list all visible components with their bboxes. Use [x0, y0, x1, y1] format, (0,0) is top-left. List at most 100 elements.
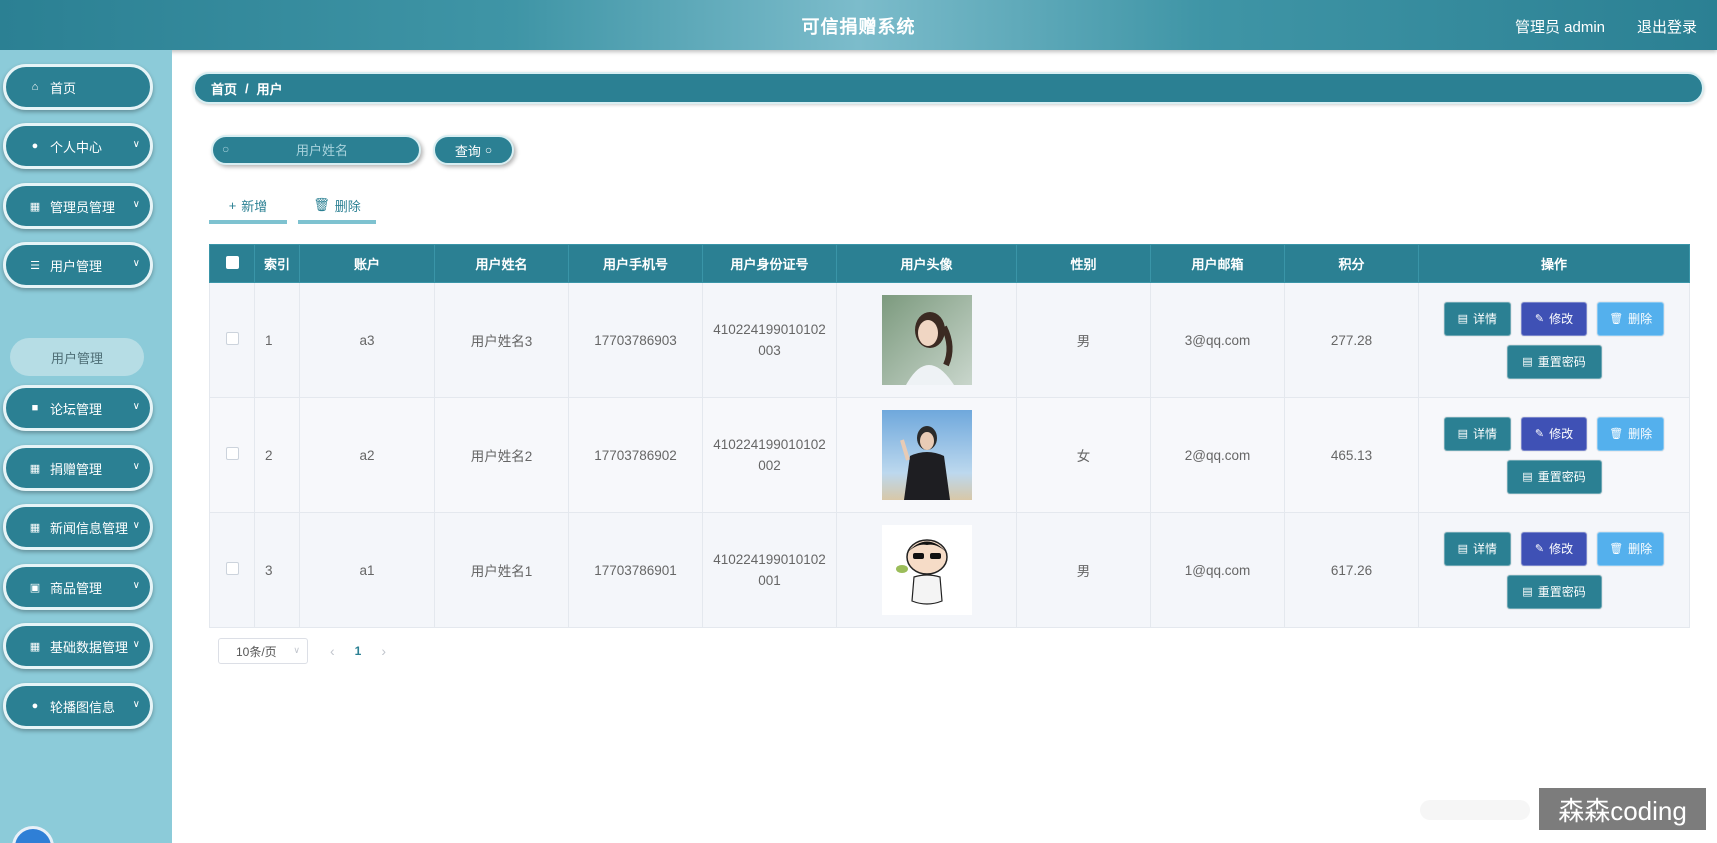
- chevron-down-icon: ∨: [132, 199, 140, 210]
- chevron-down-icon: ∨: [132, 258, 140, 269]
- user-avatar-image: [881, 410, 972, 500]
- points-cell: 465.13: [1284, 397, 1419, 513]
- page-number[interactable]: 1: [355, 644, 362, 658]
- sidebar-item-home[interactable]: ⌂ 首页: [3, 64, 153, 110]
- delete-button[interactable]: 🗑 删除: [1597, 531, 1665, 566]
- page-size-select[interactable]: 10条/页 ∨: [218, 638, 308, 664]
- query-button-label: 查询: [454, 143, 481, 159]
- chevron-down-icon: ∨: [132, 520, 140, 531]
- pagination: 10条/页 ∨ ‹ 1 ›: [218, 638, 386, 664]
- batch-delete-button[interactable]: 🗑 删除: [298, 190, 376, 224]
- sidebar-item-label: 捐赠管理: [50, 461, 103, 477]
- edit-button[interactable]: ✎ 修改: [1520, 301, 1588, 336]
- email-cell: 1@qq.com: [1150, 512, 1285, 628]
- batch-delete-label: 删除: [334, 198, 361, 214]
- select-all-checkbox[interactable]: [225, 255, 239, 269]
- chevron-left-icon[interactable]: ‹: [330, 643, 335, 659]
- user-icon: ●: [31, 700, 39, 712]
- detail-label: 详情: [1473, 427, 1498, 441]
- document-icon: ▤: [1457, 428, 1469, 440]
- reset-password-button[interactable]: ▤ 重置密码: [1506, 574, 1602, 609]
- add-button[interactable]: + 新增: [209, 190, 287, 224]
- query-button[interactable]: 查询 ○: [433, 135, 514, 165]
- detail-label: 详情: [1473, 312, 1498, 326]
- delete-button[interactable]: 🗑 删除: [1597, 416, 1665, 451]
- user-avatar-image: [881, 525, 972, 615]
- row-checkbox[interactable]: [225, 332, 239, 345]
- sidebar-item-label: 基础数据管理: [50, 639, 129, 655]
- column-header: 积分: [1284, 244, 1419, 283]
- document-icon: ▤: [1457, 313, 1469, 325]
- edit-label: 修改: [1549, 427, 1574, 441]
- trash-icon: 🗑: [1609, 543, 1624, 555]
- actions-cell: ▤ 详情 ✎ 修改 🗑 删除 ▤ 重置密码: [1418, 512, 1690, 628]
- email-cell: 3@qq.com: [1150, 282, 1285, 398]
- grid-icon: ▦: [29, 640, 41, 653]
- edit-button[interactable]: ✎ 修改: [1520, 416, 1588, 451]
- reset-password-label: 重置密码: [1537, 585, 1586, 599]
- delete-button[interactable]: 🗑 删除: [1597, 301, 1665, 336]
- sidebar-item-forum-management[interactable]: ■ 论坛管理 ∨: [3, 385, 153, 431]
- account-cell: a3: [299, 282, 435, 398]
- select-all-cell: [209, 244, 255, 283]
- sidebar-item-admin-management[interactable]: ▦ 管理员管理 ∨: [3, 183, 153, 229]
- reset-password-button[interactable]: ▤ 重置密码: [1506, 459, 1602, 494]
- detail-button[interactable]: ▤ 详情: [1444, 531, 1511, 566]
- row-index: 1: [254, 282, 300, 398]
- sidebar-item-carousel-info[interactable]: ● 轮播图信息 ∨: [3, 683, 153, 729]
- sidebar-item-label: 管理员管理: [50, 199, 116, 215]
- edit-button[interactable]: ✎ 修改: [1520, 531, 1588, 566]
- chevron-right-icon[interactable]: ›: [381, 643, 386, 659]
- system-title: 可信捐赠系统: [801, 17, 916, 37]
- chevron-down-icon: ∨: [293, 645, 300, 655]
- add-button-label: 新增: [241, 198, 268, 214]
- top-header: 可信捐赠系统 管理员 admin 退出登录: [0, 0, 1717, 50]
- breadcrumb-current: 用户: [256, 81, 283, 97]
- sidebar-item-donation-management[interactable]: ▦ 捐赠管理 ∨: [3, 445, 153, 491]
- idcard-value: 410224199010102002: [713, 437, 826, 473]
- sidebar-item-user-management[interactable]: ☰ 用户管理 ∨: [3, 242, 153, 288]
- points-cell: 617.26: [1284, 512, 1419, 628]
- column-header: 索引: [254, 244, 300, 283]
- search-icon: ○: [222, 142, 230, 156]
- detail-button[interactable]: ▤ 详情: [1444, 301, 1511, 336]
- grid-icon: ▦: [29, 521, 41, 534]
- current-user-label: 管理员 admin: [1514, 19, 1605, 36]
- row-checkbox[interactable]: [225, 447, 239, 460]
- name-cell: 用户姓名3: [434, 282, 569, 398]
- chevron-down-icon: ∨: [132, 461, 140, 472]
- search-input[interactable]: [237, 140, 407, 160]
- reset-password-button[interactable]: ▤ 重置密码: [1506, 344, 1602, 379]
- gender-cell: 男: [1016, 512, 1151, 628]
- sidebar-item-label: 商品管理: [50, 580, 103, 596]
- document-icon: ▤: [1457, 543, 1469, 555]
- sidebar: ⌂ 首页 ● 个人中心 ∨ ▦ 管理员管理 ∨ ☰ 用户管理 ∨ 用户管理 ■ …: [0, 50, 172, 843]
- column-header: 用户姓名: [434, 244, 569, 283]
- breadcrumb-home[interactable]: 首页: [211, 79, 237, 98]
- gender-cell: 女: [1016, 397, 1151, 513]
- sidebar-item-base-data-management[interactable]: ▦ 基础数据管理 ∨: [3, 623, 153, 669]
- logout-link[interactable]: 退出登录: [1637, 16, 1697, 37]
- actions-cell: ▤ 详情 ✎ 修改 🗑 删除 ▤ 重置密码: [1418, 282, 1690, 398]
- sidebar-item-label: 首页: [50, 80, 77, 96]
- detail-button[interactable]: ▤ 详情: [1444, 416, 1511, 451]
- chat-icon: ■: [31, 402, 39, 414]
- points-cell: 277.28: [1284, 282, 1419, 398]
- sidebar-item-goods-management[interactable]: ▣ 商品管理 ∨: [3, 564, 153, 610]
- idcard-value: 410224199010102001: [713, 552, 826, 588]
- edit-label: 修改: [1549, 542, 1574, 556]
- reset-password-label: 重置密码: [1537, 355, 1586, 369]
- pencil-icon: ✎: [1534, 313, 1545, 325]
- breadcrumb: 首页 / 用户: [193, 72, 1704, 104]
- search-box: ○: [211, 135, 421, 165]
- row-select-cell: [209, 512, 255, 628]
- row-select-cell: [209, 282, 255, 398]
- actions-cell: ▤ 详情 ✎ 修改 🗑 删除 ▤ 重置密码: [1418, 397, 1690, 513]
- sidebar-item-news-management[interactable]: ▦ 新闻信息管理 ∨: [3, 504, 153, 550]
- sidebar-item-personal-center[interactable]: ● 个人中心 ∨: [3, 123, 153, 169]
- row-checkbox[interactable]: [225, 562, 239, 575]
- sidebar-subitem-user-management[interactable]: 用户管理: [10, 338, 144, 376]
- gender-cell: 男: [1016, 282, 1151, 398]
- idcard-value: 410224199010102003: [713, 322, 826, 358]
- account-cell: a2: [299, 397, 435, 513]
